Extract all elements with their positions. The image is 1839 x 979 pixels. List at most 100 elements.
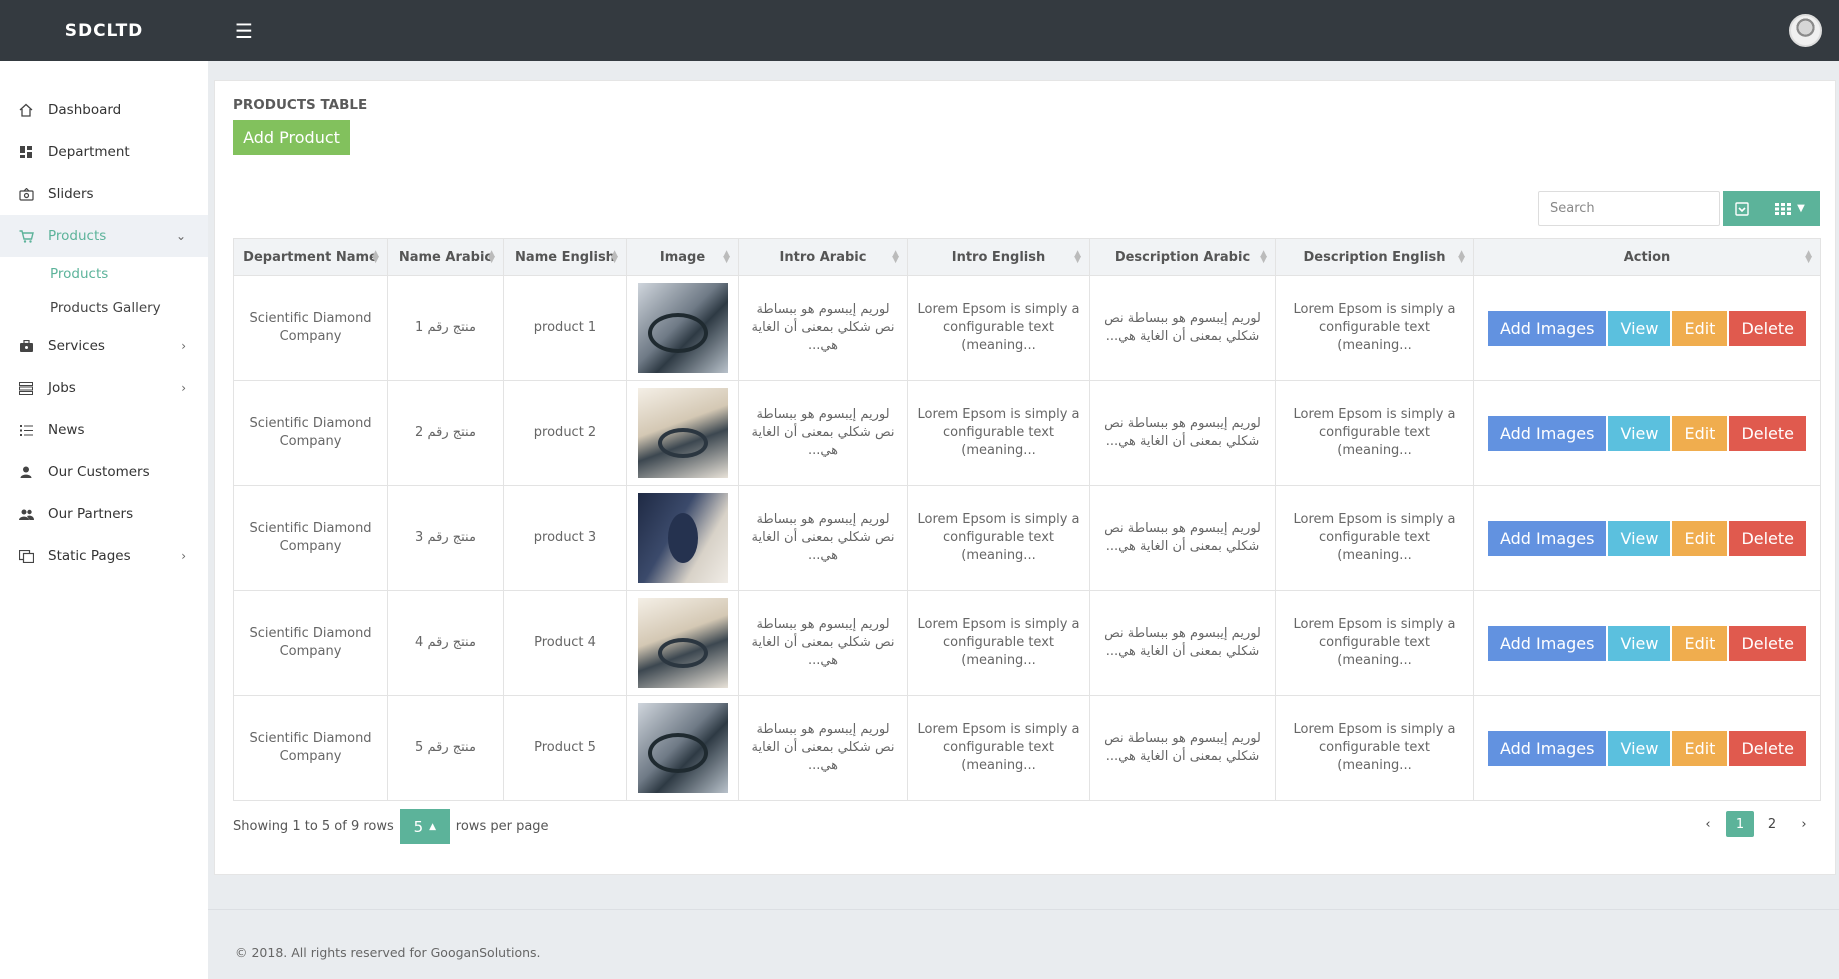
table-row: Scientific Diamond Company منتج رقم 3 pr… — [233, 485, 1821, 591]
delete-button[interactable]: Delete — [1729, 520, 1807, 556]
product-thumbnail[interactable] — [637, 598, 728, 688]
cell-department: Scientific Diamond Company — [233, 275, 388, 381]
cell-description-english: Lorem Epsom is simply a configurable tex… — [1275, 695, 1474, 801]
cell-intro-english: Lorem Epsom is simply a configurable tex… — [907, 275, 1090, 381]
columns-toggle-button[interactable]: ▼ — [1760, 191, 1820, 226]
sort-icon: ▲ ▼ — [723, 249, 730, 265]
product-thumbnail[interactable] — [637, 493, 728, 583]
copyright-text: © 2018. All rights reserved for GooganSo… — [235, 945, 541, 960]
cell-name-arabic: منتج رقم 3 — [387, 485, 504, 591]
cell-intro-arabic: لوريم إيبسوم هو ببساطة نص شكلي بمعنى أن … — [738, 590, 908, 696]
sidebar-item-sliders[interactable]: Sliders — [0, 173, 208, 215]
table-row: Scientific Diamond Company منتج رقم 1 pr… — [233, 275, 1821, 381]
edit-button[interactable]: Edit — [1672, 625, 1728, 661]
cell-actions: Add Images View Edit Delete — [1473, 485, 1821, 591]
sidebar-item-label: Our Partners — [48, 506, 134, 522]
sort-icon: ▲ ▼ — [1074, 249, 1081, 265]
view-button[interactable]: View — [1608, 520, 1671, 556]
cell-department: Scientific Diamond Company — [233, 695, 388, 801]
delete-button[interactable]: Delete — [1729, 310, 1807, 346]
cell-name-english: Product 4 — [503, 590, 627, 696]
column-header-action[interactable]: Action ▲ ▼ — [1473, 238, 1821, 276]
add-images-button[interactable]: Add Images — [1487, 625, 1607, 661]
product-thumbnail[interactable] — [637, 388, 728, 478]
showing-text: Showing 1 to 5 of 9 rows — [233, 819, 394, 834]
cell-department: Scientific Diamond Company — [233, 380, 388, 486]
pagination: ‹ 1 2 › — [1694, 811, 1818, 837]
cell-intro-english: Lorem Epsom is simply a configurable tex… — [907, 380, 1090, 486]
product-thumbnail[interactable] — [637, 283, 728, 373]
sidebar-subitem-products-gallery[interactable]: Products Gallery — [0, 291, 208, 325]
sidebar-subitem-products[interactable]: Products — [0, 257, 208, 291]
sidebar-item-label: Dashboard — [48, 102, 122, 118]
column-header-intro-arabic[interactable]: Intro Arabic ▲ ▼ — [738, 238, 908, 276]
table-row: Scientific Diamond Company منتج رقم 2 pr… — [233, 380, 1821, 486]
cell-image — [626, 485, 739, 591]
cell-actions: Add Images View Edit Delete — [1473, 380, 1821, 486]
sidebar: Dashboard Department Sliders Products ⌄ … — [0, 61, 208, 979]
add-images-button[interactable]: Add Images — [1487, 520, 1607, 556]
edit-button[interactable]: Edit — [1672, 415, 1728, 451]
edit-button[interactable]: Edit — [1672, 520, 1728, 556]
sliders-icon — [18, 186, 34, 202]
add-images-button[interactable]: Add Images — [1487, 415, 1607, 451]
sidebar-item-jobs[interactable]: Jobs › — [0, 367, 208, 409]
view-button[interactable]: View — [1608, 415, 1671, 451]
column-header-name-arabic[interactable]: Name Arabic ▲ ▼ — [387, 238, 504, 276]
user-avatar[interactable] — [1789, 14, 1822, 47]
sidebar-item-label: Static Pages — [48, 548, 131, 564]
sort-icon: ▲ ▼ — [1805, 249, 1812, 265]
cell-department: Scientific Diamond Company — [233, 485, 388, 591]
sidebar-item-department[interactable]: Department — [0, 131, 208, 173]
sidebar-item-static-pages[interactable]: Static Pages › — [0, 535, 208, 577]
column-header-intro-english[interactable]: Intro English ▲ ▼ — [907, 238, 1090, 276]
grid-columns-icon — [1775, 202, 1792, 215]
page-button-2[interactable]: 2 — [1758, 811, 1786, 837]
column-header-image[interactable]: Image ▲ ▼ — [626, 238, 739, 276]
cell-image — [626, 275, 739, 381]
hamburger-menu-icon[interactable]: ☰ — [235, 19, 253, 43]
edit-button[interactable]: Edit — [1672, 730, 1728, 766]
next-page-button[interactable]: › — [1790, 811, 1818, 837]
delete-button[interactable]: Delete — [1729, 415, 1807, 451]
sidebar-item-label: News — [48, 422, 85, 438]
chevron-right-icon: › — [181, 549, 186, 563]
search-input[interactable] — [1538, 191, 1720, 226]
delete-button[interactable]: Delete — [1729, 730, 1807, 766]
delete-button[interactable]: Delete — [1729, 625, 1807, 661]
column-header-department-name[interactable]: Department Name ▲ ▼ — [233, 238, 388, 276]
page-size-dropdown[interactable]: 5 ▲ — [399, 809, 450, 844]
prev-page-button[interactable]: ‹ — [1694, 811, 1722, 837]
cell-name-english: Product 5 — [503, 695, 627, 801]
export-button[interactable] — [1723, 191, 1760, 226]
cart-icon — [18, 228, 34, 244]
view-button[interactable]: View — [1608, 730, 1671, 766]
sidebar-item-services[interactable]: Services › — [0, 325, 208, 367]
edit-button[interactable]: Edit — [1672, 310, 1728, 346]
view-button[interactable]: View — [1608, 310, 1671, 346]
sidebar-item-news[interactable]: News — [0, 409, 208, 451]
brand-logo[interactable]: SDCLTD — [0, 21, 208, 41]
cell-intro-english: Lorem Epsom is simply a configurable tex… — [907, 695, 1090, 801]
view-button[interactable]: View — [1608, 625, 1671, 661]
sidebar-item-our-partners[interactable]: Our Partners — [0, 493, 208, 535]
add-images-button[interactable]: Add Images — [1487, 310, 1607, 346]
column-header-description-arabic[interactable]: Description Arabic ▲ ▼ — [1089, 238, 1276, 276]
sidebar-item-products[interactable]: Products ⌄ — [0, 215, 208, 257]
column-header-description-english[interactable]: Description English ▲ ▼ — [1275, 238, 1474, 276]
add-images-button[interactable]: Add Images — [1487, 730, 1607, 766]
cell-description-arabic: لوريم إيبسوم هو ببساطة نص شكلي بمعنى أن … — [1089, 695, 1276, 801]
cell-description-arabic: لوريم إيبسوم هو ببساطة نص شكلي بمعنى أن … — [1089, 380, 1276, 486]
users-icon — [18, 506, 34, 522]
sidebar-item-label: Jobs — [48, 380, 76, 396]
page-button-1[interactable]: 1 — [1726, 811, 1754, 837]
table-row: Scientific Diamond Company منتج رقم 4 Pr… — [233, 590, 1821, 696]
add-product-button[interactable]: Add Product — [233, 120, 350, 155]
cell-name-english: product 2 — [503, 380, 627, 486]
cell-image — [626, 695, 739, 801]
product-thumbnail[interactable] — [637, 703, 728, 793]
cell-actions: Add Images View Edit Delete — [1473, 590, 1821, 696]
column-header-name-english[interactable]: Name English ▲ ▼ — [503, 238, 627, 276]
sidebar-item-dashboard[interactable]: Dashboard — [0, 89, 208, 131]
sidebar-item-our-customers[interactable]: Our Customers — [0, 451, 208, 493]
